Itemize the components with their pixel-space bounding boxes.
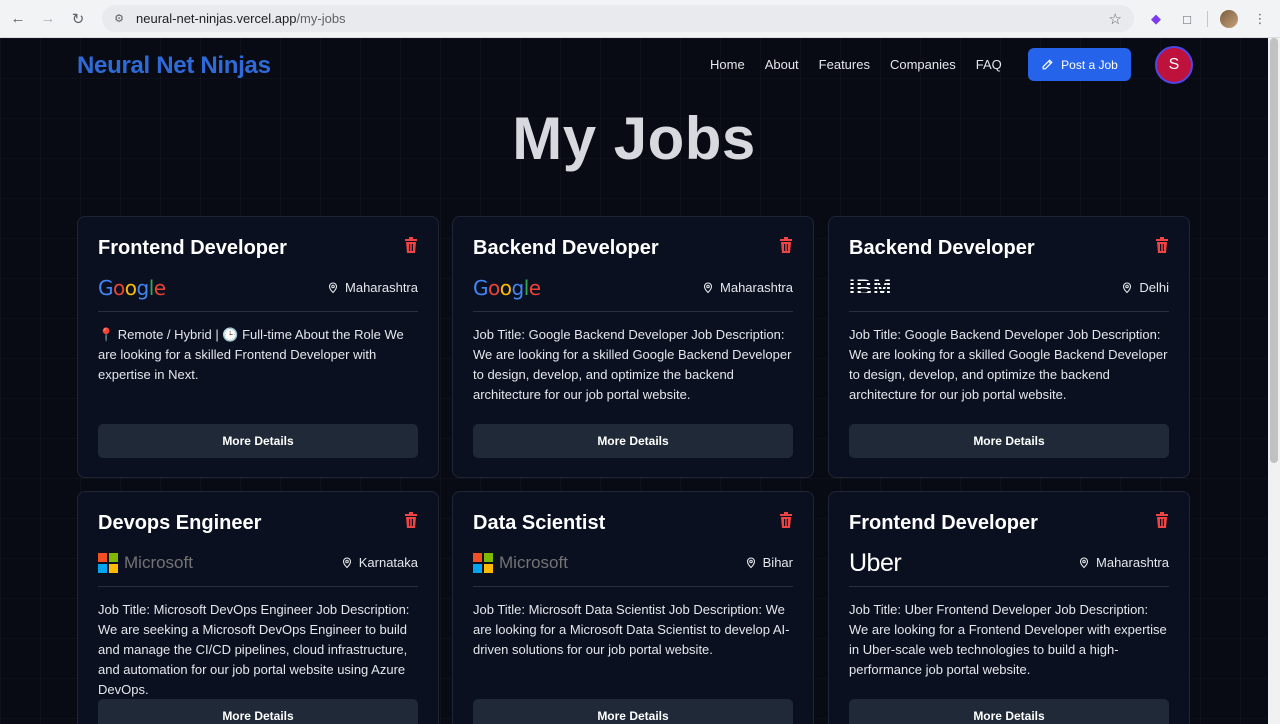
job-card: Backend Developer Google Maharashtra Job… <box>452 216 814 478</box>
company-logo-ibm: IBM <box>849 275 893 300</box>
company-logo-uber: Uber <box>849 548 902 577</box>
page: Neural Net Ninjas Home About Features Co… <box>0 38 1268 724</box>
nav-link-companies[interactable]: Companies <box>890 57 956 72</box>
company-logo-microsoft: Microsoft <box>473 550 568 576</box>
more-details-button[interactable]: More Details <box>98 424 418 458</box>
scrollbar-thumb[interactable] <box>1270 38 1278 463</box>
job-location: Maharashtra <box>327 280 418 295</box>
map-pin-icon <box>746 557 755 569</box>
site-navbar: Neural Net Ninjas Home About Features Co… <box>0 38 1268 94</box>
job-description: Job Title: Uber Frontend Developer Job D… <box>849 602 1167 677</box>
trash-icon[interactable] <box>779 237 793 253</box>
job-description: 📍 Remote / Hybrid | 🕒 Full-time About th… <box>98 327 404 382</box>
location-label: Bihar <box>762 555 793 570</box>
trash-icon[interactable] <box>779 512 793 528</box>
profile-icon[interactable] <box>1218 8 1240 30</box>
company-logo-microsoft: Microsoft <box>98 550 193 576</box>
extensions-area: ◆ □ ⋮ <box>1145 0 1280 38</box>
location-label: Maharashtra <box>345 280 418 295</box>
bookmark-star-icon[interactable]: ☆ <box>1109 10 1122 28</box>
edit-icon <box>1042 59 1053 70</box>
company-logo-google: Google <box>98 276 166 300</box>
map-pin-icon <box>1079 557 1089 569</box>
trash-icon[interactable] <box>1155 512 1169 528</box>
job-title: Frontend Developer <box>849 512 1038 534</box>
card-divider <box>473 311 793 312</box>
nav-link-features[interactable]: Features <box>819 57 870 72</box>
job-location: Bihar <box>745 555 793 570</box>
map-pin-icon <box>1123 282 1132 294</box>
job-card: Frontend Developer Google Maharashtra 📍 … <box>77 216 439 478</box>
job-location: Maharashtra <box>1078 555 1169 570</box>
more-details-button[interactable]: More Details <box>849 424 1169 458</box>
address-bar[interactable]: ⚙ neural-net-ninjas.vercel.app/my-jobs ☆ <box>102 5 1134 32</box>
trash-icon[interactable] <box>404 237 418 253</box>
map-pin-icon <box>328 282 338 294</box>
user-avatar[interactable]: S <box>1155 46 1193 84</box>
job-card: Devops Engineer Microsoft Karnataka Job … <box>77 491 439 724</box>
map-pin-icon <box>703 282 713 294</box>
location-label: Maharashtra <box>1096 555 1169 570</box>
job-location: Maharashtra <box>702 280 793 295</box>
job-description: Job Title: Microsoft DevOps Engineer Job… <box>98 602 410 697</box>
job-title: Data Scientist <box>473 512 606 534</box>
card-divider <box>98 311 418 312</box>
nav-link-about[interactable]: About <box>765 57 799 72</box>
card-divider <box>98 586 418 587</box>
avatar-initial: S <box>1168 56 1180 73</box>
job-description: Job Title: Google Backend Developer Job … <box>849 327 1168 402</box>
job-card: Data Scientist Microsoft Bihar Job Title… <box>452 491 814 724</box>
page-scrollbar[interactable] <box>1268 38 1280 724</box>
job-title: Frontend Developer <box>98 237 287 259</box>
job-title: Devops Engineer <box>98 512 262 534</box>
more-details-button[interactable]: More Details <box>98 699 418 724</box>
forward-icon[interactable]: → <box>36 7 60 31</box>
page-title: My Jobs <box>512 105 756 172</box>
site-info-icon[interactable]: ⚙ <box>112 12 126 26</box>
post-job-button[interactable]: Post a Job <box>1028 48 1131 81</box>
brand-logo[interactable]: Neural Net Ninjas <box>77 52 271 80</box>
more-details-button[interactable]: More Details <box>849 699 1169 724</box>
location-label: Maharashtra <box>720 280 793 295</box>
puzzle-icon[interactable]: □ <box>1176 8 1198 30</box>
card-divider <box>473 586 793 587</box>
location-label: Karnataka <box>358 555 418 570</box>
job-card: Frontend Developer Uber Maharashtra Job … <box>828 491 1190 724</box>
back-icon[interactable]: ← <box>6 7 30 31</box>
job-location: Delhi <box>1121 280 1169 295</box>
menu-icon[interactable]: ⋮ <box>1249 8 1271 30</box>
toolbar-divider <box>1207 11 1208 27</box>
extension-icon[interactable]: ◆ <box>1145 8 1167 30</box>
nav-link-faq[interactable]: FAQ <box>976 57 1002 72</box>
job-location: Karnataka <box>341 555 418 570</box>
nav-link-home[interactable]: Home <box>710 57 745 72</box>
card-divider <box>849 311 1169 312</box>
job-description: Job Title: Google Backend Developer Job … <box>473 327 792 402</box>
url-path: /my-jobs <box>296 11 346 26</box>
post-job-label: Post a Job <box>1061 57 1118 72</box>
job-description: Job Title: Microsoft Data Scientist Job … <box>473 602 790 657</box>
job-title: Backend Developer <box>849 237 1035 259</box>
nav-links: Home About Features Companies FAQ <box>710 57 1022 72</box>
job-card: Backend Developer IBM Delhi Job Title: G… <box>828 216 1190 478</box>
more-details-button[interactable]: More Details <box>473 699 793 724</box>
more-details-button[interactable]: More Details <box>473 424 793 458</box>
trash-icon[interactable] <box>404 512 418 528</box>
reload-icon[interactable]: ↻ <box>66 7 90 31</box>
browser-toolbar: ← → ↻ ⚙ neural-net-ninjas.vercel.app/my-… <box>0 0 1280 38</box>
card-divider <box>849 586 1169 587</box>
company-logo-google: Google <box>473 276 541 300</box>
map-pin-icon <box>342 557 351 569</box>
job-title: Backend Developer <box>473 237 659 259</box>
location-label: Delhi <box>1139 280 1169 295</box>
trash-icon[interactable] <box>1155 237 1169 253</box>
url-host: neural-net-ninjas.vercel.app <box>136 11 297 26</box>
